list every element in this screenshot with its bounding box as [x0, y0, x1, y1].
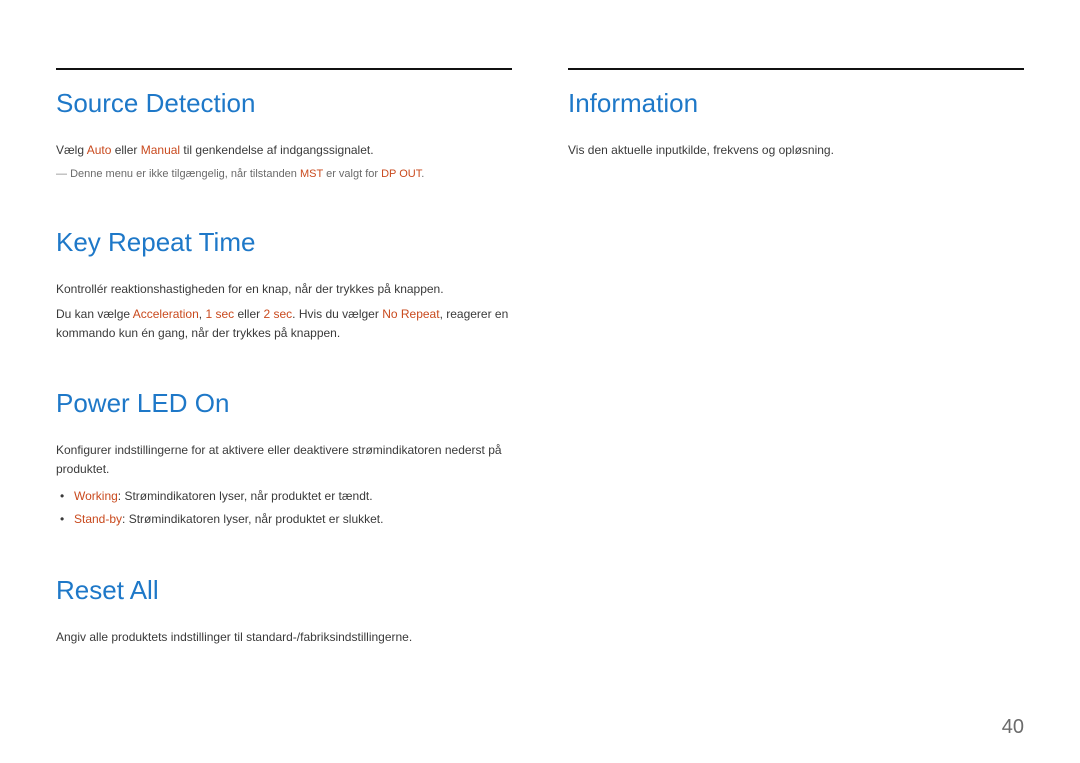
text-fragment: eller — [111, 143, 140, 157]
highlight-term: DP OUT — [381, 168, 421, 180]
section-key-repeat-time: Key Repeat Time Kontrollér reaktionshast… — [56, 227, 512, 344]
body-line: Angiv alle produktets indstillinger til … — [56, 628, 512, 647]
text-fragment: Denne menu er ikke tilgængelig, når tils… — [70, 168, 300, 180]
text-fragment: : Strømindikatoren lyser, når produktet … — [118, 489, 373, 503]
list-item: Stand-by: Strømindikatoren lyser, når pr… — [60, 508, 512, 531]
highlight-term: Working — [74, 489, 118, 503]
highlight-term: 1 sec — [205, 307, 234, 321]
text-fragment: eller — [234, 307, 263, 321]
text-fragment: Vælg — [56, 143, 87, 157]
text-fragment: . Hvis du vælger — [292, 307, 382, 321]
highlight-term: Stand-by — [74, 512, 122, 526]
column-rule — [56, 68, 512, 70]
section-title: Information — [568, 88, 1024, 119]
body-line: Vælg Auto eller Manual til genkendelse a… — [56, 141, 512, 160]
text-fragment: . — [421, 168, 424, 180]
page-number: 40 — [1002, 716, 1024, 739]
highlight-term: MST — [300, 168, 323, 180]
manual-page: Source Detection Vælg Auto eller Manual … — [0, 0, 1080, 763]
section-information: Information Vis den aktuelle inputkilde,… — [568, 88, 1024, 160]
section-title: Reset All — [56, 575, 512, 606]
column-rule — [568, 68, 1024, 70]
left-column: Source Detection Vælg Auto eller Manual … — [56, 68, 512, 733]
section-reset-all: Reset All Angiv alle produktets indstill… — [56, 575, 512, 647]
body-line: Kontrollér reaktionshastigheden for en k… — [56, 280, 512, 299]
two-column-layout: Source Detection Vælg Auto eller Manual … — [56, 68, 1024, 733]
section-title: Power LED On — [56, 388, 512, 419]
body-line: Vis den aktuelle inputkilde, frekvens og… — [568, 141, 1024, 160]
highlight-term: Manual — [141, 143, 180, 157]
highlight-term: No Repeat — [382, 307, 439, 321]
body-line: Konfigurer indstillingerne for at aktive… — [56, 441, 512, 479]
section-title: Key Repeat Time — [56, 227, 512, 258]
highlight-term: Auto — [87, 143, 112, 157]
text-fragment: : Strømindikatoren lyser, når produktet … — [122, 512, 383, 526]
text-fragment: til genkendelse af indgangssignalet. — [180, 143, 373, 157]
highlight-term: Acceleration — [133, 307, 199, 321]
text-fragment: Du kan vælge — [56, 307, 133, 321]
bullet-list: Working: Strømindikatoren lyser, når pro… — [56, 485, 512, 531]
section-source-detection: Source Detection Vælg Auto eller Manual … — [56, 88, 512, 183]
section-title: Source Detection — [56, 88, 512, 119]
text-fragment: er valgt for — [323, 168, 381, 180]
body-line: Du kan vælge Acceleration, 1 sec eller 2… — [56, 305, 512, 343]
right-column: Information Vis den aktuelle inputkilde,… — [568, 68, 1024, 733]
section-power-led-on: Power LED On Konfigurer indstillingerne … — [56, 388, 512, 531]
list-item: Working: Strømindikatoren lyser, når pro… — [60, 485, 512, 508]
highlight-term: 2 sec — [263, 307, 292, 321]
note-line: Denne menu er ikke tilgængelig, når tils… — [56, 166, 512, 183]
